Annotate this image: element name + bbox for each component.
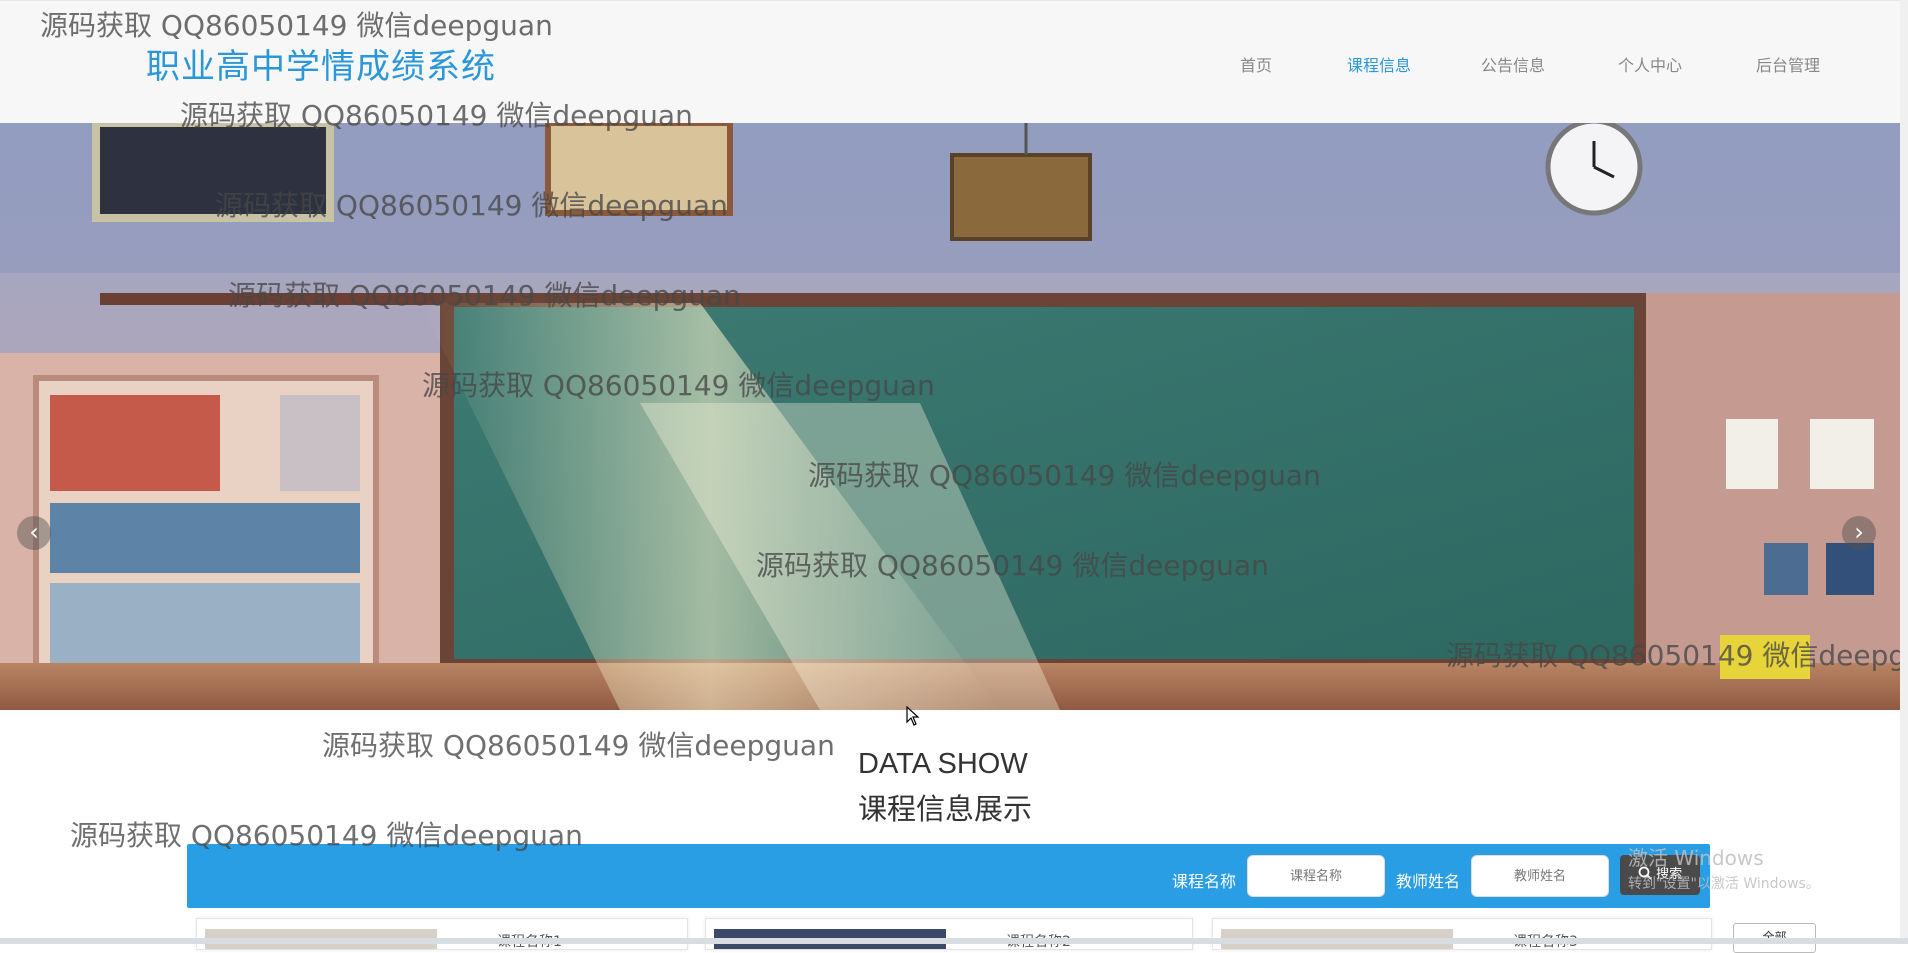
course-card[interactable]: 课程名称2	[705, 918, 1193, 950]
teacher-name-input[interactable]	[1471, 855, 1609, 897]
section-title-cn: 课程信息展示	[858, 792, 1033, 826]
course-card[interactable]: 课程名称1	[196, 918, 688, 950]
classroom-banner-image	[0, 123, 1900, 710]
nav-course-info[interactable]: 课程信息	[1347, 52, 1411, 76]
carousel-next-button[interactable]: ›	[1842, 516, 1876, 550]
course-card[interactable]: 课程名称3	[1212, 918, 1712, 950]
page-scrollbar[interactable]	[1900, 0, 1908, 938]
course-name-input[interactable]	[1247, 855, 1385, 897]
site-title[interactable]: 职业高中学情成绩系统	[146, 39, 496, 88]
carousel-prev-button[interactable]: ‹	[17, 516, 51, 550]
windows-activation-title: 激活 Windows	[1628, 846, 1764, 870]
taskbar	[0, 938, 1908, 944]
watermark-text: 源码获取 QQ86050149 微信deepguan	[322, 729, 835, 762]
windows-activation-notice: 激活 Windows 转到"设置"以激活 Windows。	[1628, 842, 1820, 893]
course-name-label: 课程名称	[1172, 872, 1237, 891]
hero-carousel: ‹ ›	[0, 123, 1900, 710]
nav-admin[interactable]: 后台管理	[1756, 52, 1820, 76]
header: 职业高中学情成绩系统 首页 课程信息 公告信息 个人中心 后台管理	[0, 0, 1900, 123]
section-title-en: DATA SHOW	[858, 748, 1028, 780]
teacher-name-label: 教师姓名	[1396, 872, 1461, 891]
nav-announcements[interactable]: 公告信息	[1481, 52, 1545, 76]
nav-personal-center[interactable]: 个人中心	[1618, 52, 1682, 76]
mouse-cursor-icon	[906, 706, 920, 726]
nav-home[interactable]: 首页	[1240, 52, 1272, 76]
windows-activation-hint: 转到"设置"以激活 Windows。	[1628, 876, 1820, 892]
